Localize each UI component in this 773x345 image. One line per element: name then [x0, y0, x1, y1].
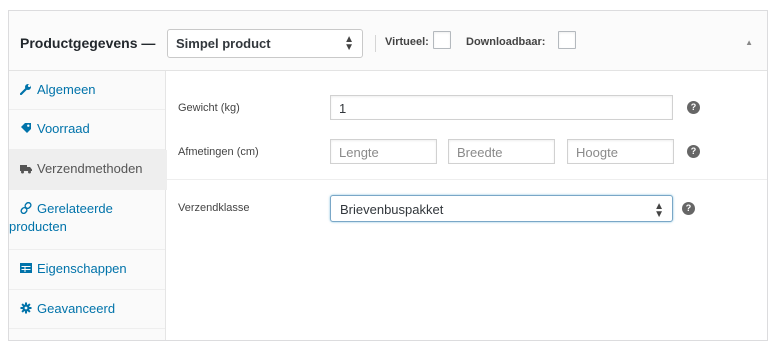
- tab-attributes-label: Eigenschappen: [37, 261, 127, 276]
- panel-header: Productgegevens — Simpel product ▲ ▼ Virt…: [9, 11, 767, 71]
- virtual-checkbox[interactable]: [433, 31, 451, 49]
- downloadable-label: Downloadbaar:: [466, 36, 546, 48]
- dimensions-label: Afmetingen (cm): [178, 146, 259, 158]
- tab-linked-products[interactable]: Gerelateerde producten: [9, 190, 165, 250]
- collapse-arrow-icon[interactable]: ▲: [745, 38, 753, 47]
- tab-inventory[interactable]: Voorraad: [9, 110, 165, 150]
- length-placeholder: Lengte: [339, 145, 379, 160]
- wrench-icon: [19, 83, 32, 96]
- tag-icon: [20, 122, 32, 134]
- table-icon: [20, 262, 32, 274]
- link-icon: [20, 201, 32, 215]
- gear-icon: [20, 302, 32, 314]
- product-data-tabs: Algemeen Voorraad Verzendmethoden Gerela…: [9, 71, 167, 340]
- panel-title: Productgegevens —: [20, 35, 156, 51]
- tab-general-label: Algemeen: [37, 82, 96, 97]
- height-placeholder: Hoogte: [576, 145, 618, 160]
- tab-shipping[interactable]: Verzendmethoden: [9, 150, 167, 190]
- shipping-class-label: Verzendklasse: [178, 202, 250, 214]
- shipping-options-panel: Gewicht (kg) 1 ? Afmetingen (cm) Lengte …: [166, 71, 767, 340]
- tab-shipping-label: Verzendmethoden: [37, 161, 143, 176]
- height-input[interactable]: Hoogte: [567, 139, 674, 164]
- weight-help-icon[interactable]: ?: [687, 101, 700, 114]
- shipping-class-select[interactable]: Brievenbuspakket ▲ ▼: [330, 195, 673, 222]
- shipping-class-value: Brievenbuspakket: [340, 202, 444, 217]
- truck-icon: [20, 162, 32, 174]
- length-input[interactable]: Lengte: [330, 139, 437, 164]
- tab-inventory-label: Voorraad: [37, 121, 90, 136]
- weight-input[interactable]: 1: [330, 95, 673, 120]
- section-divider: [166, 179, 767, 180]
- tab-advanced-label: Geavanceerd: [37, 301, 116, 316]
- product-type-select[interactable]: Simpel product ▲ ▼: [167, 29, 363, 58]
- tab-general[interactable]: Algemeen: [9, 71, 165, 110]
- product-type-value: Simpel product: [176, 36, 271, 51]
- tab-linked-label-line1: Gerelateerde: [37, 201, 113, 216]
- tab-attributes[interactable]: Eigenschappen: [9, 250, 165, 290]
- tab-linked-label-line2: producten: [9, 219, 67, 234]
- header-separator: [375, 35, 376, 52]
- select-arrows-icon: ▲ ▼: [344, 34, 354, 53]
- tab-advanced[interactable]: Geavanceerd: [9, 290, 165, 329]
- width-input[interactable]: Breedte: [448, 139, 555, 164]
- dimensions-help-icon[interactable]: ?: [687, 145, 700, 158]
- weight-value: 1: [339, 101, 347, 116]
- virtual-label: Virtueel:: [385, 36, 429, 48]
- select-arrows-icon: ▲ ▼: [654, 201, 664, 220]
- product-data-panel: Productgegevens — Simpel product ▲ ▼ Virt…: [8, 10, 768, 341]
- width-placeholder: Breedte: [457, 145, 503, 160]
- shipping-class-help-icon[interactable]: ?: [682, 202, 695, 215]
- downloadable-checkbox[interactable]: [558, 31, 576, 49]
- weight-label: Gewicht (kg): [178, 102, 240, 114]
